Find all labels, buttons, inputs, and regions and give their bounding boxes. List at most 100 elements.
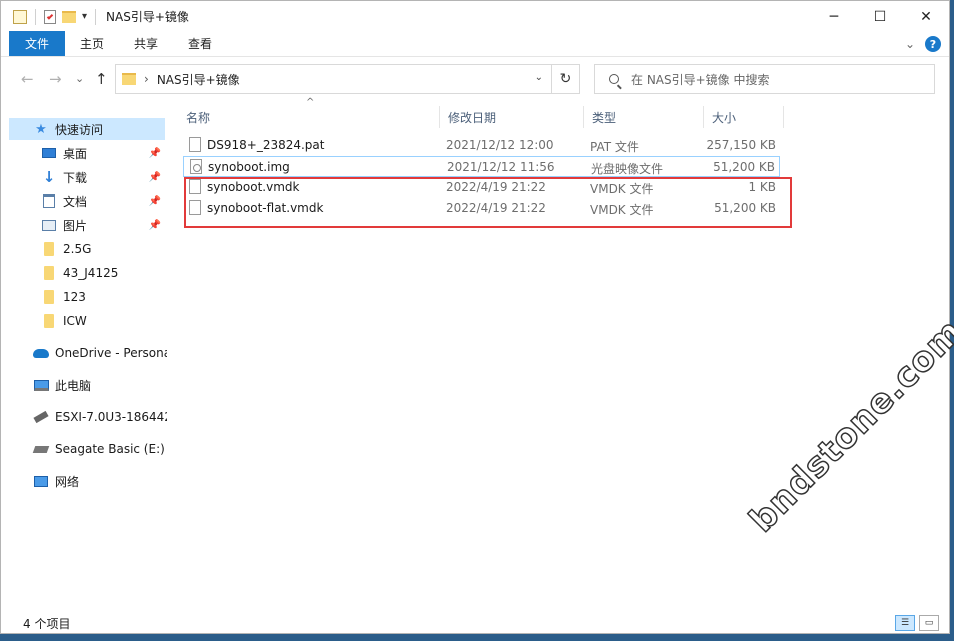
quick-access-toolbar: ▾: [1, 8, 98, 25]
explorer-window: ▾ NAS引导+镜像 ─ ☐ ✕ 文件 主页 共享 查看 ⌄ ? ← → ⌄ ↑…: [0, 0, 950, 634]
folder-icon: [122, 73, 136, 85]
sidebar-item-network[interactable]: 网络: [1, 470, 167, 492]
table-row[interactable]: DS918+_23824.pat 2021/12/12 12:00 PAT 文件…: [183, 135, 780, 156]
ribbon-tabs: 文件 主页 共享 查看 ⌄ ?: [1, 31, 949, 57]
usb-drive-icon: [33, 409, 49, 425]
download-icon: ↓: [42, 168, 56, 186]
column-header-date[interactable]: 修改日期: [440, 106, 584, 128]
sidebar-item-this-pc[interactable]: 此电脑: [1, 374, 167, 396]
sidebar-item-label: 此电脑: [55, 378, 92, 393]
minimize-button[interactable]: ─: [811, 1, 857, 32]
sidebar-item-desktop[interactable]: 桌面 📌: [1, 142, 167, 164]
file-type: 光盘映像文件: [591, 162, 664, 176]
address-dropdown-icon[interactable]: ⌄: [535, 72, 543, 83]
file-name: synoboot-flat.vmdk: [207, 201, 324, 215]
sidebar-item-label: 桌面: [63, 146, 88, 161]
file-type: VMDK 文件: [590, 182, 654, 196]
file-size: 51,200 KB: [713, 160, 775, 174]
sidebar-item-label: Seagate Basic (E:): [55, 442, 165, 456]
details-view-icon[interactable]: ☰: [895, 615, 915, 631]
sidebar-item-label: ICW: [63, 314, 87, 328]
sidebar-item-folder-123[interactable]: 123: [1, 286, 167, 308]
forward-icon[interactable]: →: [49, 70, 62, 88]
tab-home[interactable]: 主页: [65, 31, 119, 56]
sidebar-item-label: 网络: [55, 474, 80, 489]
qat-dropdown-icon[interactable]: ▾: [82, 11, 87, 22]
folder-icon: [13, 9, 27, 24]
computer-icon: [33, 377, 49, 393]
tab-file[interactable]: 文件: [9, 31, 66, 56]
file-icon: [189, 137, 201, 152]
sidebar-item-label: 文档: [63, 194, 88, 209]
breadcrumb-separator[interactable]: ›: [144, 72, 149, 86]
maximize-button[interactable]: ☐: [857, 1, 903, 32]
status-bar: 4 个项目 ☰ ▭: [1, 611, 949, 633]
large-icons-view-icon[interactable]: ▭: [919, 615, 939, 631]
window-title: NAS引导+镜像: [106, 10, 189, 24]
table-row[interactable]: synoboot.vmdk 2022/4/19 21:22 VMDK 文件 1 …: [183, 177, 780, 198]
search-input[interactable]: 在 NAS引导+镜像 中搜索: [631, 71, 770, 88]
back-icon[interactable]: ←: [21, 70, 34, 88]
sidebar-item-pictures[interactable]: 图片 📌: [1, 214, 167, 236]
file-date: 2021/12/12 12:00: [446, 138, 554, 152]
file-date: 2022/4/19 21:22: [446, 180, 546, 194]
new-folder-icon[interactable]: [62, 10, 76, 23]
file-date: 2021/12/12 11:56: [447, 160, 555, 174]
pin-icon[interactable]: 📌: [149, 220, 161, 231]
close-button[interactable]: ✕: [903, 1, 949, 32]
file-name: synoboot.img: [208, 160, 290, 174]
sidebar-item-label: ESXI-7.0U3-186442: [55, 410, 167, 424]
tab-view[interactable]: 查看: [173, 31, 227, 56]
disc-image-icon: [190, 159, 202, 174]
sidebar-item-usb-drive[interactable]: ESXI-7.0U3-186442: [1, 406, 167, 428]
sidebar-item-onedrive[interactable]: OneDrive - Persona: [1, 342, 167, 364]
table-row[interactable]: synoboot.img 2021/12/12 11:56 光盘映像文件 51,…: [183, 156, 780, 177]
sidebar-item-documents[interactable]: 文档 📌: [1, 190, 167, 212]
file-size: 257,150 KB: [706, 138, 776, 152]
folder-icon: [41, 265, 57, 281]
tab-share[interactable]: 共享: [119, 31, 173, 56]
title-bar: ▾ NAS引导+镜像 ─ ☐ ✕: [1, 1, 949, 32]
up-icon[interactable]: ↑: [95, 70, 108, 88]
sidebar-item-label: 图片: [63, 218, 88, 233]
drive-icon: [32, 441, 50, 457]
refresh-button[interactable]: ↻: [552, 64, 580, 94]
file-icon: [189, 179, 201, 194]
address-bar[interactable]: › NAS引导+镜像 ⌄: [115, 64, 552, 94]
file-type: PAT 文件: [590, 140, 639, 154]
navigation-pane: ★ 快速访问 桌面 📌 ↓ 下载 📌 文档 📌 图片 📌 2.5G 43_J41…: [1, 101, 167, 611]
expand-ribbon-icon[interactable]: ⌄: [905, 37, 915, 51]
window-controls: ─ ☐ ✕: [811, 1, 949, 32]
sidebar-item-folder-43-j4125[interactable]: 43_J4125: [1, 262, 167, 284]
view-switcher: ☰ ▭: [895, 615, 939, 631]
recent-locations-icon[interactable]: ⌄: [75, 72, 84, 85]
search-icon: [609, 74, 622, 89]
sidebar-item-folder-2-5g[interactable]: 2.5G: [1, 238, 167, 260]
sidebar-item-label: 123: [63, 290, 86, 304]
column-header-type[interactable]: 类型: [584, 106, 704, 128]
pin-icon[interactable]: 📌: [149, 196, 161, 207]
sidebar-item-downloads[interactable]: ↓ 下载 📌: [1, 166, 167, 188]
sidebar-item-seagate[interactable]: Seagate Basic (E:): [1, 438, 167, 460]
column-header-size[interactable]: 大小: [704, 106, 784, 128]
pin-icon[interactable]: 📌: [149, 148, 161, 159]
properties-icon[interactable]: [44, 9, 56, 24]
folder-icon: [41, 313, 57, 329]
breadcrumb[interactable]: NAS引导+镜像: [157, 71, 240, 88]
sidebar-item-label: 43_J4125: [63, 266, 119, 280]
qat-divider: [95, 8, 97, 25]
desktop-icon: [41, 145, 57, 161]
sidebar-item-folder-icw[interactable]: ICW: [1, 310, 167, 332]
document-icon: [41, 193, 57, 209]
search-box[interactable]: 在 NAS引导+镜像 中搜索: [594, 64, 935, 94]
file-size: 51,200 KB: [714, 201, 776, 215]
file-list: ^ 名称 修改日期 类型 大小 DS918+_23824.pat 2021/12…: [167, 97, 949, 611]
file-name: synoboot.vmdk: [207, 180, 300, 194]
table-row[interactable]: synoboot-flat.vmdk 2022/4/19 21:22 VMDK …: [183, 198, 780, 219]
sidebar-item-quick-access[interactable]: ★ 快速访问: [9, 118, 165, 140]
navigation-bar: ← → ⌄ ↑ › NAS引导+镜像 ⌄ ↻ 在 NAS引导+镜像 中搜索: [1, 57, 949, 101]
help-icon[interactable]: ?: [925, 36, 941, 52]
pin-icon[interactable]: 📌: [149, 172, 161, 183]
column-header-name[interactable]: 名称: [178, 106, 440, 128]
folder-icon: [41, 241, 57, 257]
